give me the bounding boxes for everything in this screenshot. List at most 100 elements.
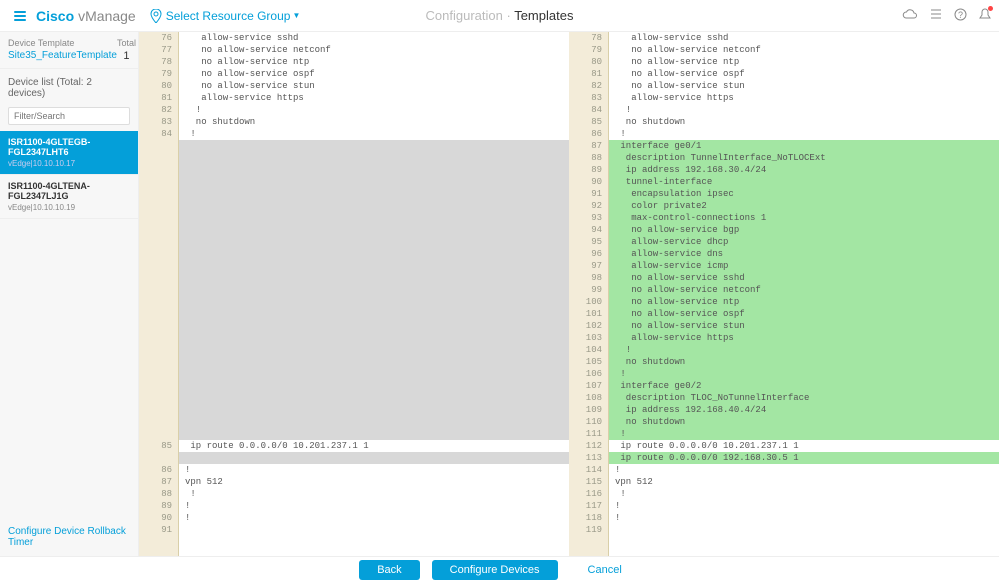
code-line: ! [179, 488, 569, 500]
code-line: ! [609, 344, 999, 356]
cloud-icon[interactable] [902, 8, 918, 23]
footer-bar: Back Configure Devices Cancel [0, 556, 999, 582]
line-number [139, 212, 178, 224]
line-number: 97 [569, 260, 608, 272]
header-actions: ? [902, 8, 991, 24]
line-number: 82 [139, 104, 178, 116]
code-line [179, 320, 569, 332]
line-number [139, 416, 178, 428]
code-line: ! [609, 464, 999, 476]
code-right[interactable]: allow-service sshd no allow-service netc… [609, 32, 999, 556]
code-line: ! [609, 512, 999, 524]
device-sub: vEdge|10.10.10.17 [8, 159, 130, 168]
code-line [179, 404, 569, 416]
line-number [139, 404, 178, 416]
code-line: allow-service icmp [609, 260, 999, 272]
code-line [609, 524, 999, 536]
code-line: no allow-service ntp [609, 296, 999, 308]
line-number: 86 [569, 128, 608, 140]
code-line: no allow-service ospf [609, 68, 999, 80]
code-left[interactable]: allow-service sshd no allow-service netc… [179, 32, 569, 556]
sidebar-device-item[interactable]: ISR1100-4GLTENA-FGL2347LJ1GvEdge|10.10.1… [0, 175, 138, 219]
configure-devices-button[interactable]: Configure Devices [432, 560, 558, 580]
line-number: 88 [569, 152, 608, 164]
line-number: 80 [569, 56, 608, 68]
code-line: no shutdown [609, 116, 999, 128]
code-line [179, 200, 569, 212]
line-number: 89 [569, 164, 608, 176]
line-number: 117 [569, 500, 608, 512]
line-number: 79 [139, 68, 178, 80]
code-line [179, 284, 569, 296]
code-line: interface ge0/1 [609, 140, 999, 152]
line-number: 113 [569, 452, 608, 464]
sidebar-device-item[interactable]: ISR1100-4GLTEGB-FGL2347LHT6 vEdge|10.10.1… [0, 131, 138, 175]
line-number: 104 [569, 344, 608, 356]
rollback-timer-link[interactable]: Configure Device Rollback Timer [8, 526, 130, 548]
code-line [179, 272, 569, 284]
line-number: 91 [569, 188, 608, 200]
code-line [179, 368, 569, 380]
back-button[interactable]: Back [359, 560, 419, 580]
logo: Cisco [36, 8, 74, 24]
line-number: 85 [139, 440, 178, 452]
code-line [179, 152, 569, 164]
line-number: 88 [139, 488, 178, 500]
line-number: 96 [569, 248, 608, 260]
code-line: no allow-service ntp [179, 56, 569, 68]
line-number: 114 [569, 464, 608, 476]
code-line: ! [609, 368, 999, 380]
code-line: no allow-service stun [609, 320, 999, 332]
code-line: vpn 512 [609, 476, 999, 488]
line-number: 87 [569, 140, 608, 152]
line-number: 102 [569, 320, 608, 332]
diff-pane-left: 76777879808182838485868788899091 allow-s… [139, 32, 569, 556]
code-line: description TunnelInterface_NoTLOCExt [609, 152, 999, 164]
code-line: color private2 [609, 200, 999, 212]
search-input[interactable] [8, 107, 130, 125]
code-line: ! [179, 104, 569, 116]
line-number [139, 284, 178, 296]
line-number: 98 [569, 272, 608, 284]
resource-group-dropdown[interactable]: Select Resource Group ▼ [150, 9, 301, 23]
code-line [179, 176, 569, 188]
line-number: 109 [569, 404, 608, 416]
line-number: 115 [569, 476, 608, 488]
device-name: ISR1100-4GLTEGB-FGL2347LHT6 [8, 137, 130, 157]
line-number [139, 380, 178, 392]
line-number: 110 [569, 416, 608, 428]
tasks-icon[interactable] [930, 8, 942, 23]
line-number: 116 [569, 488, 608, 500]
code-line [179, 416, 569, 428]
line-number [139, 368, 178, 380]
code-line: allow-service https [609, 332, 999, 344]
line-number: 80 [139, 80, 178, 92]
cancel-button[interactable]: Cancel [570, 560, 640, 580]
diff-pane-right: 7879808182838485868788899091929394959697… [569, 32, 999, 556]
line-number: 81 [139, 92, 178, 104]
help-icon[interactable]: ? [954, 8, 967, 24]
code-line [179, 236, 569, 248]
line-number: 83 [139, 116, 178, 128]
code-line [179, 308, 569, 320]
gutter-left: 76777879808182838485868788899091 [139, 32, 179, 556]
header-bar: Cisco vManage Select Resource Group ▼ Co… [0, 0, 999, 32]
code-line [179, 524, 569, 536]
device-template-value[interactable]: Site35_FeatureTemplate [8, 50, 117, 61]
menu-icon[interactable] [8, 7, 32, 25]
line-number: 112 [569, 440, 608, 452]
code-line: no shutdown [609, 356, 999, 368]
code-line: ! [179, 128, 569, 140]
code-line [179, 296, 569, 308]
main-content: Device Template Site35_FeatureTemplate T… [0, 32, 999, 556]
line-number: 92 [569, 200, 608, 212]
code-line: no shutdown [179, 116, 569, 128]
bell-icon[interactable] [979, 8, 991, 24]
code-line: max-control-connections 1 [609, 212, 999, 224]
code-line: vpn 512 [179, 476, 569, 488]
search-container [8, 107, 130, 125]
line-number: 82 [569, 80, 608, 92]
line-number [139, 320, 178, 332]
line-number: 105 [569, 356, 608, 368]
line-number: 79 [569, 44, 608, 56]
